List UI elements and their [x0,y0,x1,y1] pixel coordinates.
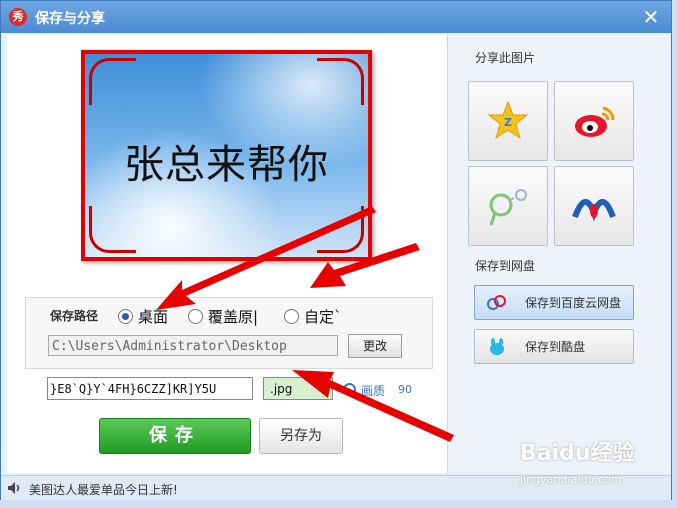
save-panel: 张总来帮你 保存路径 桌面 覆盖原| 自定` C:\Users\Administ… [7,35,447,473]
share-title: 分享此图片 [475,51,536,65]
dialog-title: 保存与分享 [35,11,105,27]
save-share-dialog: 秀 保存与分享 ✕ 张总来帮你 保存路径 桌面 覆盖原| 自定` C:\User… [0,0,672,500]
frame-corner-ornament [89,206,136,253]
radio-indicator [188,309,203,324]
kupan-icon [490,338,504,355]
format-value: .jpg [270,382,293,396]
svg-text:Z: Z [504,116,512,129]
share-pengyou-button[interactable] [468,166,548,246]
preview-caption: 张总来帮你 [124,142,329,188]
baidu-cloud-label: 保存到百度云网盘 [525,296,622,310]
save-path-field[interactable]: C:\Users\Administrator\Desktop [48,335,338,356]
share-panel: 分享此图片 Z 保存到网盘 保存到百度云网盘 保存到酷盘 [447,35,669,473]
title-bar[interactable]: 秀 保存与分享 ✕ [1,1,671,33]
save-path-label: 保存路径 [50,309,99,323]
radio-desktop-label: 桌面 [138,308,169,326]
share-qzone-button[interactable]: Z [468,81,548,161]
pengyou-icon [489,189,527,226]
image-preview: 张总来帮你 [81,50,372,261]
radio-indicator [118,309,133,324]
status-message[interactable]: 美图达人最爱单品今日上新! [29,481,178,498]
netdisk-title: 保存到网盘 [475,259,536,273]
format-select[interactable]: .jpg ▼ [263,377,333,400]
meitu-app-icon: 秀 [9,8,27,26]
weibo-icon [575,106,615,137]
radio-overwrite-label: 覆盖原| [208,308,259,326]
baidu-cloud-icon [487,295,506,310]
kupan-label: 保存到酷盘 [525,340,586,354]
radio-overwrite[interactable]: 覆盖原| [188,306,258,327]
change-path-button[interactable]: 更改 [348,334,402,358]
baidu-jingyan-watermark: Baidu经验 jingyan.baidu.com [520,435,635,486]
watermark-brand: Baidu经验 [520,441,635,466]
frame-corner-ornament [317,58,364,105]
quality-link[interactable]: 画质 [361,382,385,399]
radio-indicator [284,309,299,324]
save-to-baidu-cloud-button[interactable]: 保存到百度云网盘 [474,285,634,320]
save-path-group: 保存路径 桌面 覆盖原| 自定` C:\Users\Administrator\… [25,297,433,369]
save-button[interactable]: 保存 [99,418,251,454]
frame-corner-ornament [89,58,136,105]
watermark-url: jingyan.baidu.com [520,473,622,486]
radio-desktop[interactable]: 桌面 [118,306,168,327]
save-to-kupan-button[interactable]: 保存到酷盘 [474,329,634,364]
radio-custom-label: 自定` [304,308,342,326]
close-icon[interactable]: ✕ [639,5,663,29]
quality-value: 90 [398,383,412,396]
share-weibo-button[interactable] [554,81,634,161]
chevron-down-icon: ▼ [320,384,328,395]
search-icon [343,383,356,396]
radio-custom[interactable]: 自定` [284,306,342,327]
filename-field[interactable]: }E8`Q}Y`4FH}6CZZ]KR]Y5U [47,377,253,400]
share-renren-button[interactable] [554,166,634,246]
frame-corner-ornament [317,206,364,253]
speaker-icon [8,482,20,494]
save-as-button[interactable]: 另存为 [259,418,343,454]
qzone-icon: Z [487,100,529,140]
renren-icon [572,199,616,222]
